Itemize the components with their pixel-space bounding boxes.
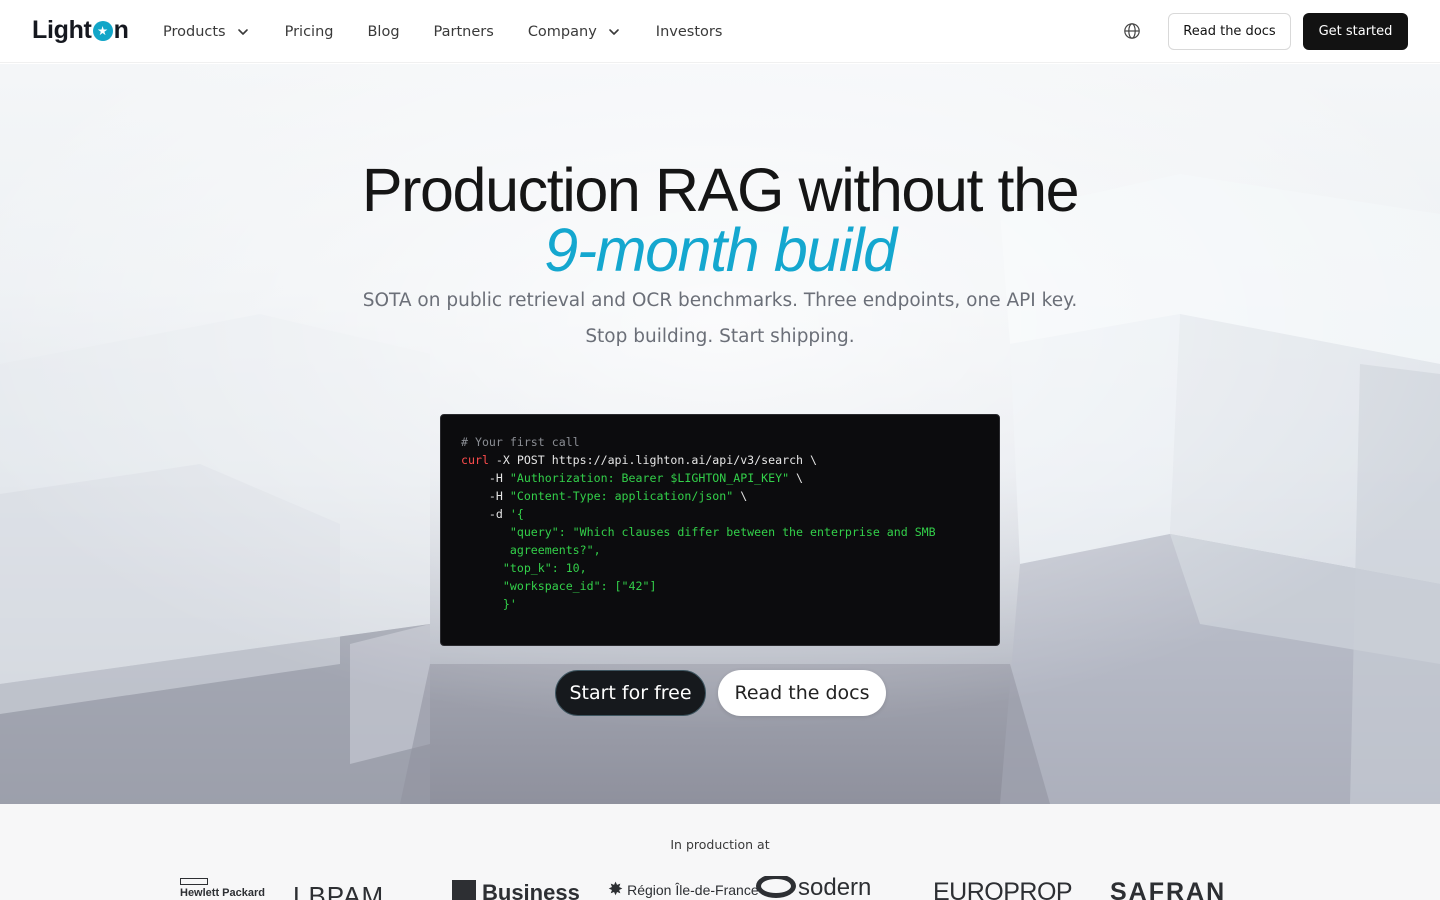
logo-safran: SAFRAN <box>1110 878 1227 900</box>
logo-region-ile-de-france: ✸ Région Île-de-France <box>608 879 759 900</box>
logo-text: Région Île-de-France <box>627 882 759 898</box>
headline-line-2-accent: 9-month build <box>544 216 897 284</box>
nav-item-products[interactable]: Products <box>163 24 251 40</box>
logo-sodern: sodern <box>756 876 871 900</box>
logo-text: sodern <box>798 876 872 900</box>
logo-europrop: EUROPROP <box>933 878 1073 900</box>
nav-item-label: Products <box>163 23 226 40</box>
nav-item-partners[interactable]: Partners <box>434 24 494 40</box>
code-string: "Content-Type: application/json" <box>509 489 734 503</box>
code-flag: -H <box>461 471 510 485</box>
hpe-rectangle-mark <box>180 878 208 885</box>
nav-item-pricing[interactable]: Pricing <box>285 24 334 40</box>
code-string: }' <box>461 597 517 611</box>
headline-line-1: Production RAG without the <box>361 156 1080 224</box>
nav-item-blog[interactable]: Blog <box>367 24 399 40</box>
code-line-end: \ <box>789 471 804 485</box>
chevron-down-icon <box>237 28 248 35</box>
nav-item-label: Company <box>527 23 597 40</box>
nav-item-investors[interactable]: Investors <box>656 24 723 40</box>
sodern-planet-mark <box>756 876 796 898</box>
read-the-docs-button[interactable]: Read the docs <box>718 670 886 716</box>
hero-subtitle: SOTA on public retrieval and OCR benchma… <box>0 283 1440 355</box>
top-navigation: Light n Products Pricing Blog Partners Co… <box>0 0 1440 63</box>
code-string: "query": "Which clauses differ between t… <box>461 525 936 539</box>
code-snippet: # Your first call curl -X POST https://a… <box>440 414 1000 646</box>
subtitle-line-2: Stop building. Start shipping. <box>585 326 855 347</box>
nav-item-label: Blog <box>367 23 400 40</box>
nav-item-label: Partners <box>433 23 494 40</box>
logo-text-light: Light <box>32 15 92 44</box>
logo-text-n: n <box>113 15 129 44</box>
code-command: curl <box>461 453 489 467</box>
code-line: -X POST https://api.lighton.ai/api/v3/se… <box>488 453 817 467</box>
main-menu: Products Pricing Blog Partners Company I… <box>163 0 756 63</box>
customers-label: In production at <box>670 837 770 852</box>
business-square-mark <box>452 880 476 900</box>
code-string: '{ <box>509 507 524 521</box>
logo-lbpam: LBPAM <box>293 881 385 900</box>
logo-text: Hewlett Packard <box>180 887 265 899</box>
code-flag: -d <box>461 507 510 521</box>
chevron-down-icon <box>608 28 619 35</box>
get-started-button[interactable]: Get started <box>1303 13 1408 50</box>
hero-headline: Production RAG without the 9-month build <box>0 156 1440 284</box>
logo-hewlett-packard: Hewlett Packard <box>180 878 265 899</box>
subtitle-line-1: SOTA on public retrieval and OCR benchma… <box>362 290 1078 311</box>
logo-business: Business <box>452 880 580 900</box>
code-flag: -H <box>461 489 510 503</box>
nav-item-label: Investors <box>655 23 723 40</box>
read-docs-button[interactable]: Read the docs <box>1168 13 1291 50</box>
logo-text: Business <box>482 880 580 900</box>
region-star-mark: ✸ <box>608 879 624 899</box>
hero-section: Production RAG without the 9-month build… <box>0 64 1440 804</box>
customer-logos-row: Hewlett Packard LBPAM Business ✸ Région Î… <box>0 876 1440 900</box>
logo-star-o <box>92 21 113 41</box>
code-string: "workspace_id": ["42"] <box>461 579 657 593</box>
code-string: "Authorization: Bearer $LIGHTON_API_KEY" <box>509 471 790 485</box>
customers-section: In production at Hewlett Packard LBPAM B… <box>0 804 1440 900</box>
nav-item-label: Pricing <box>284 23 334 40</box>
globe-icon[interactable] <box>1123 22 1141 40</box>
start-for-free-button[interactable]: Start for free <box>555 670 706 716</box>
code-string: agreements?", <box>461 543 601 557</box>
nav-item-company[interactable]: Company <box>528 24 622 40</box>
code-comment: # Your first call <box>461 435 580 449</box>
lighton-logo[interactable]: Light n <box>32 15 129 45</box>
code-line-end: \ <box>733 489 748 503</box>
code-string: "top_k": 10, <box>461 561 587 575</box>
